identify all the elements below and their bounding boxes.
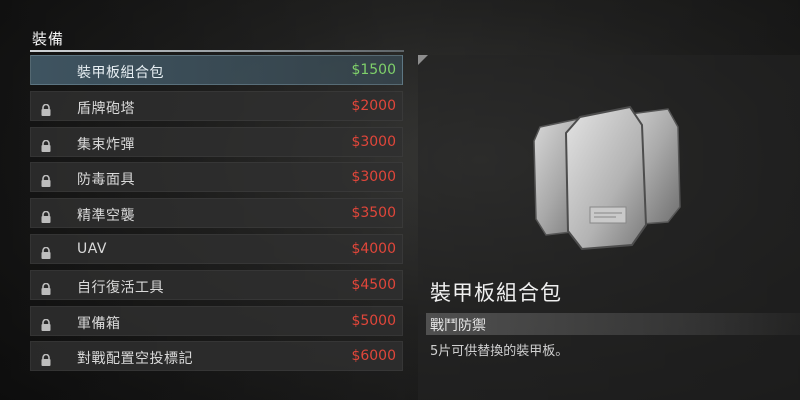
equipment-name: 精準空襲 — [77, 208, 135, 225]
item-detail-panel: 裝甲板組合包 戰鬥防禦 5片可供替換的裝甲板。 — [418, 55, 800, 400]
section-title: 裝備 — [32, 30, 65, 48]
lock-icon — [40, 208, 52, 224]
lock-icon — [40, 316, 52, 331]
equipment-row[interactable]: 防毒面具 $3000 — [30, 162, 403, 193]
equipment-price: $3500 — [351, 205, 396, 222]
equipment-row[interactable]: 精準空襲 $3500 — [30, 198, 403, 229]
equipment-name: 裝甲板組合包 — [77, 65, 164, 81]
equipment-name: 自行復活工具 — [77, 279, 164, 296]
equipment-name: UAV — [77, 240, 108, 257]
equipment-row[interactable]: 軍備箱 $5000 — [30, 305, 403, 336]
equipment-row[interactable]: 集束炸彈 $3000 — [30, 126, 403, 157]
equipment-row[interactable]: 對戰配置空投標記 $6000 — [30, 341, 403, 372]
equipment-row[interactable]: 自行復活工具 $4500 — [30, 269, 403, 300]
panel-corner-accent — [418, 55, 428, 65]
equipment-row[interactable]: 裝甲板組合包 $1500 — [30, 55, 403, 85]
equipment-name: 軍備箱 — [77, 315, 121, 332]
lock-icon — [40, 172, 52, 188]
lock-icon — [40, 244, 52, 259]
equipment-list: 裝甲板組合包 $1500 盾牌砲塔 $2000 集束炸彈 $3000 防毒面具 $3000 精準… — [30, 55, 403, 377]
lock-icon — [40, 280, 52, 295]
equipment-price: $6000 — [351, 348, 396, 365]
equipment-price: $4000 — [351, 240, 396, 257]
equipment-price: $3000 — [351, 169, 396, 186]
equipment-name: 防毒面具 — [77, 172, 135, 189]
equipment-name: 集束炸彈 — [77, 136, 135, 153]
detail-item-name: 裝甲板組合包 — [430, 281, 562, 305]
armor-plates-icon — [518, 97, 708, 262]
equipment-price: $5000 — [351, 312, 396, 329]
lock-icon — [40, 137, 52, 152]
section-divider — [30, 50, 404, 52]
equipment-price: $1500 — [351, 62, 396, 78]
lock-icon — [40, 351, 52, 367]
equipment-row[interactable]: UAV $4000 — [30, 233, 403, 264]
equipment-price: $3000 — [351, 133, 396, 150]
equipment-name: 盾牌砲塔 — [77, 100, 135, 117]
detail-category: 戰鬥防禦 — [430, 318, 486, 334]
detail-description: 5片可供替換的裝甲板。 — [430, 344, 569, 359]
equipment-row[interactable]: 盾牌砲塔 $2000 — [30, 90, 403, 121]
equipment-name: 對戰配置空投標記 — [77, 351, 193, 368]
equipment-price: $2000 — [351, 97, 396, 114]
lock-icon — [40, 101, 52, 116]
equipment-price: $4500 — [351, 276, 396, 293]
